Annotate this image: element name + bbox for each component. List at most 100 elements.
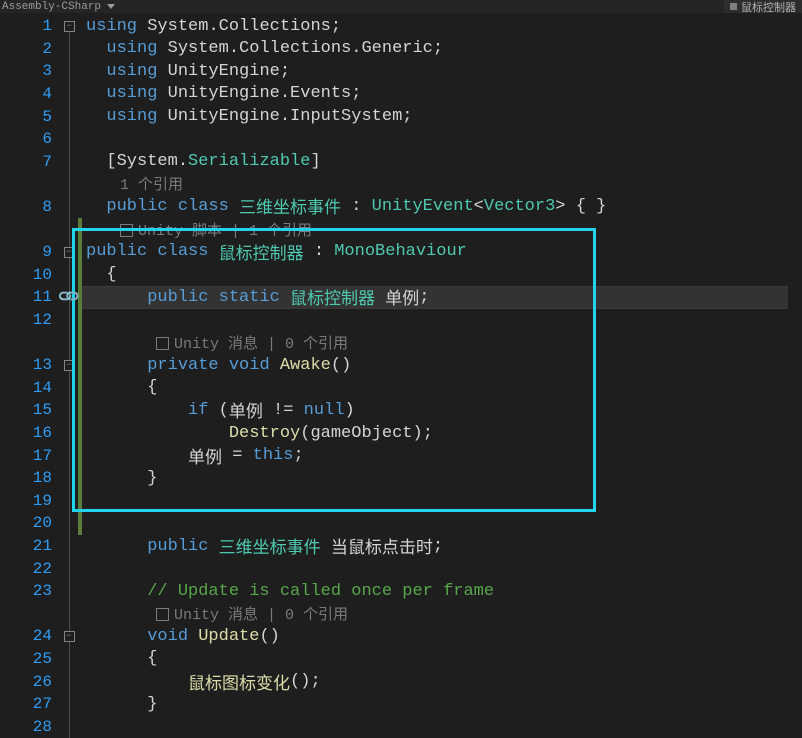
fold-column[interactable]: − − − − [60,13,78,738]
line-number: 13 [0,354,60,377]
fold-cell[interactable]: − [60,625,78,648]
token: . [208,17,218,36]
code-line[interactable] [82,490,802,512]
line-number: 16 [0,422,60,445]
fold-cell [60,151,78,174]
fold-cell [60,399,78,422]
code-line[interactable]: } [82,693,802,715]
fold-minus-icon[interactable]: − [64,631,75,642]
code-line[interactable]: } [82,467,802,489]
code-line[interactable]: using UnityEngine.Events; [82,82,802,104]
unity-cube-icon [156,337,169,350]
codelens-text[interactable]: Unity 消息 | 0 个引用 [174,603,348,624]
code-line[interactable]: using UnityEngine.InputSystem; [82,105,802,127]
code-line[interactable]: using UnityEngine; [82,60,802,82]
line-number: 28 [0,715,60,738]
token: MonoBehaviour [334,242,467,261]
code-line[interactable]: using System.Collections; [82,15,802,37]
line-number: 18 [0,467,60,490]
token: ; [419,288,429,307]
code-line[interactable]: public class 三维坐标事件 : UnityEvent<Vector3… [82,195,802,218]
code-line[interactable]: { [82,376,802,398]
token: ; [280,62,290,81]
codelens-line[interactable]: Unity 脚本 | 1 个引用 [82,218,802,240]
code-line[interactable] [82,716,802,738]
token: ( [219,401,229,420]
code-area[interactable]: using System.Collections; using System.C… [82,13,802,738]
line-number: 5 [0,105,60,128]
line-number-gutter: 1234567891011121314151617181920212223242… [0,13,60,738]
vertical-scrollbar[interactable] [788,26,802,738]
code-line[interactable]: if (单例 != null) [82,399,802,422]
code-line[interactable]: using System.Collections.Generic; [82,37,802,59]
codelens-text[interactable]: Unity 脚本 | 1 个引用 [138,219,312,240]
fold-cell[interactable]: − [60,241,78,264]
fold-cell [60,105,78,128]
token: this [253,446,294,465]
assembly-dropdown[interactable]: Assembly-CSharp [2,1,101,13]
fold-cell [60,196,78,219]
codelens-text[interactable]: 1 个引用 [120,173,183,194]
fold-minus-icon[interactable]: − [64,360,75,371]
token: != [273,401,293,420]
codelens-line[interactable]: Unity 消息 | 0 个引用 [82,603,802,625]
code-line[interactable]: public 三维坐标事件 当鼠标点击时; [82,535,802,558]
code-line[interactable]: [System.Serializable] [82,150,802,172]
fold-cell [60,535,78,558]
fold-cell [60,38,78,61]
token: UnityEvent [372,197,474,216]
code-line[interactable]: void Update() [82,625,802,647]
token: Vector3 [484,197,555,216]
fold-cell[interactable]: − [60,15,78,38]
context-bar: Assembly-CSharp 鼠标控制器 [0,0,802,13]
code-line[interactable] [82,512,802,534]
codelens-line[interactable]: 1 个引用 [82,172,802,194]
token: public class [106,197,239,216]
tab-class[interactable]: 鼠标控制器 [724,0,802,13]
fold-cell [60,580,78,603]
token: ; [433,537,443,556]
code-line[interactable]: 单例 = this; [82,444,802,467]
token: { [147,378,157,397]
code-line[interactable]: { [82,263,802,285]
code-line[interactable]: public class 鼠标控制器 : MonoBehaviour [82,240,802,263]
code-line[interactable]: private void Awake() [82,354,802,376]
fold-cell[interactable]: − [60,354,78,377]
unity-cube-icon [156,608,169,621]
token: ) [344,401,354,420]
code-line[interactable]: 鼠标图标变化(); [82,670,802,693]
token: 鼠标控制器 [219,239,304,265]
token: using [106,84,167,103]
token: } [147,469,157,488]
token: using [106,39,167,58]
fold-cell [60,331,78,354]
token: 当鼠标点击时 [321,533,433,559]
codelens-text[interactable]: Unity 消息 | 0 个引用 [174,332,348,353]
token: Events [290,84,351,103]
fold-minus-icon[interactable]: − [64,247,75,258]
code-line[interactable] [82,309,802,331]
code-line[interactable] [82,558,802,580]
code-line[interactable] [82,127,802,149]
fold-minus-icon[interactable]: − [64,21,75,32]
code-line[interactable]: public static 鼠标控制器 单例; [82,286,802,309]
token [242,446,252,465]
token: UnityEngine [168,62,280,81]
line-number [0,218,60,241]
token: 三维坐标事件 [219,533,321,559]
codelens-line[interactable]: Unity 消息 | 0 个引用 [82,331,802,353]
line-number: 3 [0,60,60,83]
code-line[interactable]: { [82,648,802,670]
token: ; [293,446,303,465]
line-number: 19 [0,489,60,512]
chevron-down-icon[interactable] [107,4,115,9]
fold-cell [60,602,78,625]
code-line[interactable]: Destroy(gameObject); [82,422,802,444]
code-editor[interactable]: 1234567891011121314151617181920212223242… [0,13,802,738]
fold-cell [60,309,78,332]
fold-cell [60,489,78,512]
fold-cell [60,422,78,445]
token: UnityEngine [168,107,280,126]
code-line[interactable]: // Update is called once per frame [82,580,802,602]
fold-cell [60,128,78,151]
